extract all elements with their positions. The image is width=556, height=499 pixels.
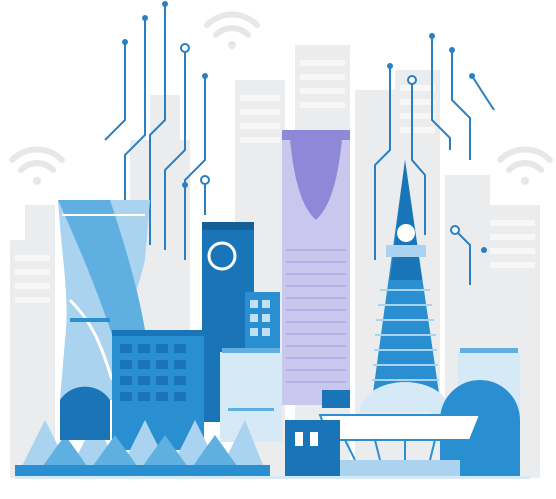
wifi-icon [204, 11, 260, 49]
wifi-icon [9, 146, 65, 185]
smart-city-illustration [0, 1, 556, 499]
ground [0, 478, 556, 499]
kingdom-tower [282, 130, 350, 408]
ground-line [15, 476, 530, 479]
wifi-icon [497, 146, 553, 185]
